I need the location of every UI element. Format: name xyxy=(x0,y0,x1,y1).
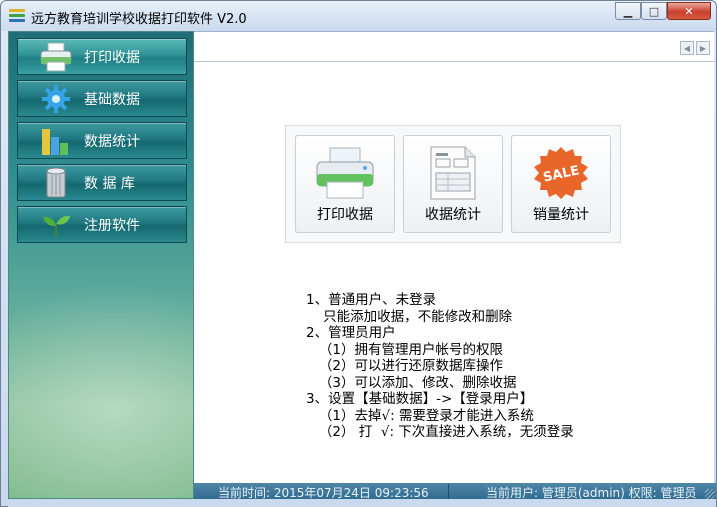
divider xyxy=(194,61,714,62)
printer-icon xyxy=(36,40,76,74)
receipt-statistics-tile[interactable]: 收据统计 xyxy=(403,135,503,233)
sprout-icon xyxy=(36,208,76,242)
sidebar-item-label: 数 据 库 xyxy=(84,175,135,192)
main-panel: ◀ ▶ 打印收据 收据统计 SALE 销量统计 1、普通用户、未登录 只能添加收… xyxy=(194,31,714,483)
document-icon xyxy=(404,144,502,202)
sidebar: 打印收据 基础数据 数据统计 数 据 库 注册软件 xyxy=(8,31,194,499)
help-line: 2、管理员用户 xyxy=(306,325,396,341)
bar-chart-icon xyxy=(36,124,76,158)
scroll-left-button[interactable]: ◀ xyxy=(680,41,694,55)
quick-actions-panel: 打印收据 收据统计 SALE 销量统计 xyxy=(285,125,621,243)
status-bar: 当前时间: 2015年07月24日 09:23:56 当前用户: 管理员(adm… xyxy=(194,483,716,500)
status-divider xyxy=(448,484,449,499)
help-line: （1）拥有管理用户帐号的权限 xyxy=(306,341,503,358)
window-title: 远方教育培训学校收据打印软件 V2.0 xyxy=(31,12,247,27)
sidebar-item-print-receipt[interactable]: 打印收据 xyxy=(17,38,187,75)
sidebar-item-database[interactable]: 数 据 库 xyxy=(17,164,187,201)
sale-badge-icon: SALE xyxy=(512,144,610,202)
window-bottom-border xyxy=(8,499,716,507)
print-receipt-tile[interactable]: 打印收据 xyxy=(295,135,395,233)
close-button[interactable]: ✕ xyxy=(667,2,711,20)
gear-icon xyxy=(36,82,76,116)
title-bar[interactable]: 远方教育培训学校收据打印软件 V2.0 ▁ □ ✕ xyxy=(1,1,716,31)
help-text: 1、普通用户、未登录 只能添加收据，不能修改和删除 2、管理员用户 （1）拥有管… xyxy=(306,292,574,441)
maximize-button[interactable]: □ xyxy=(641,2,667,20)
scroll-right-button[interactable]: ▶ xyxy=(696,41,710,55)
tab-scroll-buttons: ◀ ▶ xyxy=(680,41,710,55)
help-line: （2）可以进行还原数据库操作 xyxy=(306,358,503,374)
minimize-button[interactable]: ▁ xyxy=(615,2,641,20)
window-controls: ▁ □ ✕ xyxy=(615,2,711,20)
tile-label: 销量统计 xyxy=(533,207,589,223)
tile-label: 打印收据 xyxy=(317,207,373,223)
app-logo-icon xyxy=(9,9,25,23)
database-icon xyxy=(36,166,76,200)
help-line: 3、设置【基础数据】->【登录用户】 xyxy=(306,391,534,407)
resize-grip-icon[interactable] xyxy=(705,489,715,499)
sidebar-item-label: 基础数据 xyxy=(84,91,140,108)
help-line: （3）可以添加、修改、删除收据 xyxy=(306,374,517,391)
sales-statistics-tile[interactable]: SALE 销量统计 xyxy=(511,135,611,233)
sidebar-item-label: 打印收据 xyxy=(84,49,140,66)
help-line: 1、普通用户、未登录 xyxy=(306,292,437,308)
sidebar-item-label: 数据统计 xyxy=(84,133,140,150)
sidebar-item-register[interactable]: 注册软件 xyxy=(17,206,187,243)
help-line: 只能添加收据，不能修改和删除 xyxy=(306,308,513,325)
tile-label: 收据统计 xyxy=(425,207,481,223)
sidebar-item-statistics[interactable]: 数据统计 xyxy=(17,122,187,159)
printer-icon xyxy=(296,144,394,202)
help-line: （2） 打 √: 下次直接进入系统，无须登录 xyxy=(306,424,574,440)
help-line: （1）去掉√: 需要登录才能进入系统 xyxy=(306,407,534,424)
sidebar-item-basic-data[interactable]: 基础数据 xyxy=(17,80,187,117)
sidebar-item-label: 注册软件 xyxy=(84,217,140,234)
app-window: 远方教育培训学校收据打印软件 V2.0 ▁ □ ✕ 打印收据 基础数据 数据统计… xyxy=(0,0,717,507)
